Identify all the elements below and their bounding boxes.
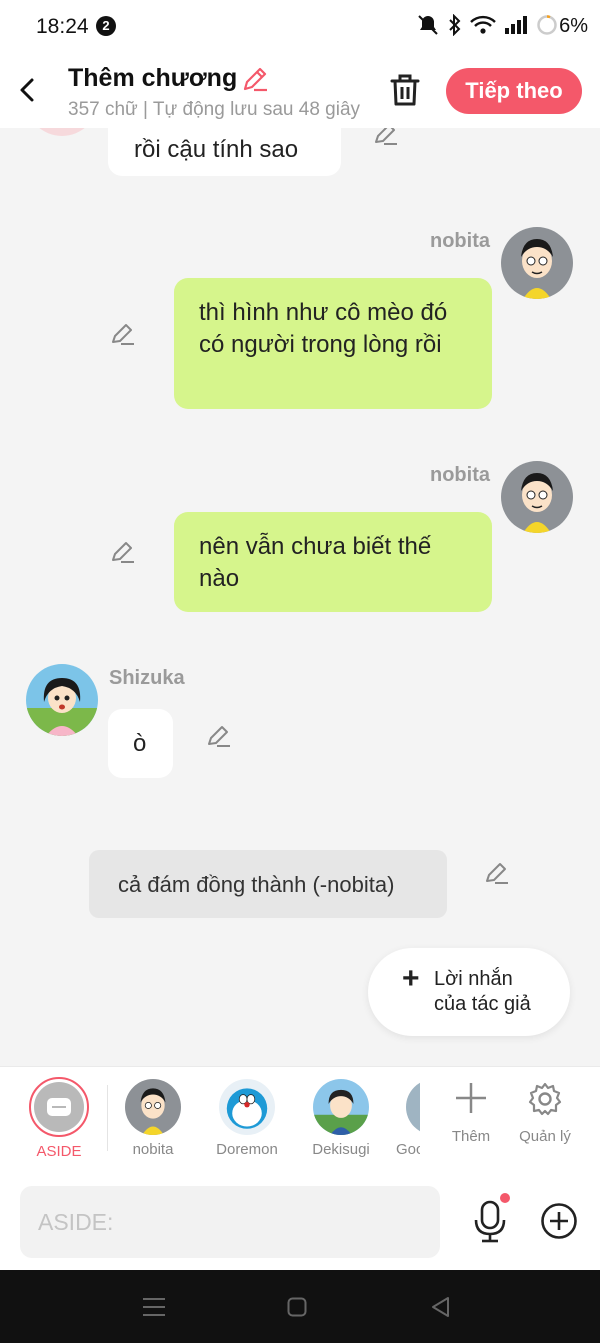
notification-badge: 2 <box>96 16 116 36</box>
message-bubble[interactable]: nên vẫn chưa biết thế nào <box>174 512 492 612</box>
character-nobita[interactable]: nobita <box>118 1079 188 1158</box>
character-label: Goc <box>396 1141 420 1158</box>
avatar-shizuka[interactable] <box>26 664 98 736</box>
character-doremon[interactable]: Doremon <box>212 1079 282 1158</box>
character-dekisugi[interactable]: Dekisugi <box>306 1079 376 1158</box>
battery-icon <box>537 15 557 35</box>
add-circle-icon[interactable] <box>540 1202 578 1240</box>
message-text: thì hình như cô mèo đó có người trong lò… <box>199 299 448 358</box>
home-icon[interactable] <box>287 1297 307 1317</box>
message-text: nên vẫn chưa biết thế nào <box>199 533 432 592</box>
mute-icon <box>418 15 438 35</box>
manage-characters-button[interactable]: Quản lý <box>510 1081 580 1145</box>
status-icons <box>416 14 558 36</box>
avatar-partial <box>26 128 98 136</box>
page-title: Thêm chương <box>68 64 238 92</box>
sender-name: Shizuka <box>109 667 185 689</box>
message-text: ò <box>133 730 147 757</box>
message-bubble[interactable]: thì hình như cô mèo đó có người trong lò… <box>174 278 492 409</box>
input-bar <box>0 1174 600 1270</box>
avatar-doremon <box>219 1079 275 1135</box>
author-note-label-line1: Lời nhắn <box>434 968 513 990</box>
character-label: ASIDE <box>36 1143 82 1160</box>
autosave-status: 357 chữ | Tự động lưu sau 48 giây <box>68 99 361 120</box>
avatar-nobita[interactable] <box>501 227 573 299</box>
sender-name: nobita <box>430 230 490 252</box>
character-label: nobita <box>132 1141 174 1158</box>
avatar-nobita <box>125 1079 181 1135</box>
character-bar: ASIDE nobita Doremon Dekisugi Goc Thêm Q… <box>0 1066 600 1174</box>
trash-icon[interactable] <box>388 70 422 110</box>
message-bubble[interactable]: ò <box>108 709 173 778</box>
avatar-nobita[interactable] <box>501 461 573 533</box>
edit-message-icon[interactable] <box>372 128 400 148</box>
manage-label: Quản lý <box>519 1128 571 1145</box>
aside-bubble[interactable]: cả đám đồng thành (-nobita) <box>89 850 447 918</box>
add-character-button[interactable]: Thêm <box>436 1081 506 1145</box>
add-label: Thêm <box>451 1128 491 1145</box>
signal-icon <box>505 16 527 34</box>
edit-message-icon[interactable] <box>205 722 233 750</box>
edit-message-icon[interactable] <box>109 538 137 566</box>
chat-area[interactable]: rồi cậu tính sao nobita thì hình như cô … <box>0 128 600 1066</box>
character-label: Dekisugi <box>312 1141 370 1158</box>
microphone-icon[interactable] <box>470 1198 510 1244</box>
character-aside[interactable]: ASIDE <box>24 1077 94 1160</box>
message-text: rồi cậu tính sao <box>134 136 299 163</box>
avatar-dekisugi <box>313 1079 369 1135</box>
sender-name: nobita <box>430 464 490 486</box>
battery-percent: 6% <box>559 15 588 37</box>
next-button[interactable]: Tiếp theo <box>446 68 582 114</box>
edit-title-icon[interactable] <box>240 64 270 94</box>
plus-icon <box>456 1083 486 1113</box>
character-goc[interactable]: Goc <box>384 1079 420 1158</box>
aside-avatar <box>29 1077 89 1137</box>
edit-message-icon[interactable] <box>483 859 511 887</box>
character-label: Doremon <box>216 1141 278 1158</box>
edit-message-icon[interactable] <box>109 320 137 348</box>
status-time: 18:24 <box>36 15 89 38</box>
message-bubble[interactable]: rồi cậu tính sao <box>108 128 341 176</box>
recording-dot <box>500 1193 510 1203</box>
back-nav-icon[interactable] <box>430 1296 450 1318</box>
recent-apps-icon[interactable] <box>143 1297 165 1317</box>
gear-icon <box>528 1082 562 1116</box>
aside-icon <box>47 1098 71 1116</box>
back-icon[interactable] <box>14 72 42 108</box>
divider <box>107 1085 108 1151</box>
aside-text: cả đám đồng thành (-nobita) <box>118 872 395 897</box>
message-input[interactable] <box>20 1186 440 1258</box>
plus-icon: + <box>402 962 420 995</box>
editor-header: Thêm chương 357 chữ | Tự động lưu sau 48… <box>0 52 600 128</box>
author-note-label-line2: của tác giả <box>434 993 531 1015</box>
wifi-icon <box>470 15 496 34</box>
status-bar: 18:24 2 6% <box>0 0 600 52</box>
avatar-goc <box>406 1079 420 1135</box>
bluetooth-icon <box>449 14 461 36</box>
system-navigation-bar <box>0 1270 600 1343</box>
author-note-button[interactable]: + Lời nhắn của tác giả <box>368 948 570 1036</box>
